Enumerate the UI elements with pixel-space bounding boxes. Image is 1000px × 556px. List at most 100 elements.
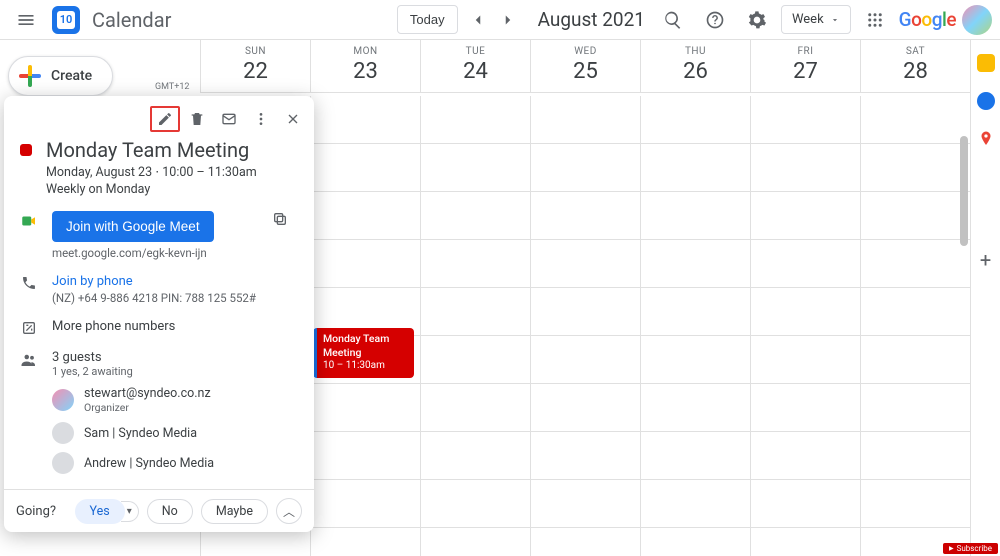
day-name: SUN — [201, 46, 310, 57]
day-header[interactable]: FRI 27 — [750, 40, 860, 92]
calendar-logo: 10 — [52, 6, 80, 34]
google-meet-icon — [20, 212, 38, 230]
day-number: 23 — [311, 59, 420, 84]
more-phone-numbers-link[interactable]: More phone numbers — [52, 319, 298, 334]
prev-week-button[interactable] — [464, 6, 492, 34]
day-name: THU — [641, 46, 750, 57]
day-number: 27 — [751, 59, 860, 84]
guest-role: Organizer — [84, 401, 211, 414]
delete-event-button[interactable] — [182, 104, 212, 134]
popup-toolbar — [4, 96, 314, 138]
more-phone-icon — [20, 320, 38, 336]
join-meet-button[interactable]: Join with Google Meet — [52, 211, 214, 242]
google-apps-icon[interactable] — [857, 2, 893, 38]
week-grid[interactable]: Monday Team Meeting 10 – 11:30am — [200, 96, 970, 556]
tasks-icon[interactable] — [977, 92, 995, 110]
rsvp-maybe-button[interactable]: Maybe — [201, 499, 268, 524]
phone-number-detail: (NZ) +64 9-886 4218 PIN: 788 125 552# — [52, 291, 298, 305]
guest-item[interactable]: Sam | Syndeo Media — [52, 422, 298, 444]
calendar-event[interactable]: Monday Team Meeting 10 – 11:30am — [313, 328, 414, 378]
view-picker-label: Week — [792, 12, 824, 27]
event-details-popup: Monday Team Meeting Monday, August 23 ⋅ … — [4, 96, 314, 532]
day-header[interactable]: THU 26 — [640, 40, 750, 92]
day-number: 24 — [421, 59, 530, 84]
view-picker[interactable]: Week — [781, 5, 851, 34]
calendar-logo-day: 10 — [57, 11, 75, 29]
next-week-button[interactable] — [494, 6, 522, 34]
day-number: 25 — [531, 59, 640, 84]
help-icon[interactable] — [697, 2, 733, 38]
day-column-sat[interactable] — [860, 96, 970, 556]
popup-event-title: Monday Team Meeting — [46, 138, 257, 162]
copy-meet-link-button[interactable] — [272, 211, 288, 227]
day-name: SAT — [861, 46, 970, 57]
plus-icon — [19, 65, 41, 87]
guests-icon — [20, 351, 38, 369]
event-color-dot — [20, 144, 32, 156]
day-column-fri[interactable] — [750, 96, 860, 556]
rsvp-collapse-button[interactable]: ︿ — [276, 498, 302, 524]
rsvp-bar: Going? Yes ▾ No Maybe ︿ — [4, 489, 314, 532]
account-avatar[interactable] — [962, 5, 992, 35]
day-number: 28 — [861, 59, 970, 84]
keep-icon[interactable] — [977, 54, 995, 72]
day-name: FRI — [751, 46, 860, 57]
day-header[interactable]: TUE 24 — [420, 40, 530, 92]
day-column-mon[interactable]: Monday Team Meeting 10 – 11:30am — [310, 96, 420, 556]
guest-list: stewart@syndeo.co.nzOrganizer Sam | Synde… — [52, 386, 298, 474]
rsvp-yes-dropdown[interactable]: ▾ — [121, 501, 139, 522]
side-addon-panel: + — [970, 40, 1000, 556]
meet-link-text: meet.google.com/egk-kevn-ijn — [52, 246, 298, 260]
day-column-thu[interactable] — [640, 96, 750, 556]
add-addon-icon[interactable]: + — [980, 248, 991, 272]
popup-event-datetime: Monday, August 23 ⋅ 10:00 – 11:30am — [46, 164, 257, 180]
more-options-button[interactable] — [246, 104, 276, 134]
event-title: Monday Team Meeting — [323, 332, 408, 359]
app-title: Calendar — [92, 8, 171, 32]
guest-name: Sam | Syndeo Media — [84, 426, 197, 441]
week-day-header: SUN 22MON 23TUE 24WED 25THU 26FRI 27SAT 28 — [200, 40, 970, 93]
day-header[interactable]: SAT 28 — [860, 40, 970, 92]
day-name: MON — [311, 46, 420, 57]
subscribe-chip[interactable]: Subscribe — [943, 543, 998, 554]
search-icon[interactable] — [655, 2, 691, 38]
day-column-tue[interactable] — [420, 96, 530, 556]
day-header[interactable]: WED 25 — [530, 40, 640, 92]
grid-scrollbar[interactable] — [956, 96, 970, 556]
guest-count: 3 guests — [52, 350, 298, 365]
close-popup-button[interactable] — [278, 104, 308, 134]
maps-icon[interactable] — [977, 130, 995, 148]
today-button[interactable]: Today — [397, 5, 458, 34]
guest-avatar — [52, 389, 74, 411]
guest-avatar — [52, 422, 74, 444]
google-wordmark: Google — [899, 8, 956, 31]
day-number: 26 — [641, 59, 750, 84]
guest-item[interactable]: stewart@syndeo.co.nzOrganizer — [52, 386, 298, 414]
timezone-label: GMT+12 — [155, 82, 189, 92]
day-header[interactable]: MON 23 — [310, 40, 420, 92]
day-header[interactable]: SUN 22 — [200, 40, 310, 92]
email-guests-button[interactable] — [214, 104, 244, 134]
create-button[interactable]: Create — [8, 56, 113, 96]
app-header: 10 Calendar Today August 2021 Week Googl… — [0, 0, 1000, 40]
day-name: WED — [531, 46, 640, 57]
popup-event-recurrence: Weekly on Monday — [46, 182, 257, 197]
edit-event-button[interactable] — [150, 106, 180, 132]
guest-name: Andrew | Syndeo Media — [84, 456, 214, 471]
day-column-wed[interactable] — [530, 96, 640, 556]
main-menu-icon[interactable] — [8, 2, 44, 38]
join-by-phone-link[interactable]: Join by phone — [52, 274, 298, 289]
guest-item[interactable]: Andrew | Syndeo Media — [52, 452, 298, 474]
phone-icon — [20, 275, 38, 291]
rsvp-yes-button[interactable]: Yes — [75, 499, 125, 524]
guest-avatar — [52, 452, 74, 474]
guest-status: 1 yes, 2 awaiting — [52, 365, 298, 378]
rsvp-no-button[interactable]: No — [147, 499, 193, 524]
create-button-label: Create — [51, 68, 92, 84]
day-number: 22 — [201, 59, 310, 84]
day-name: TUE — [421, 46, 530, 57]
guest-name: stewart@syndeo.co.nz — [84, 386, 211, 401]
going-label: Going? — [16, 504, 56, 519]
event-time: 10 – 11:30am — [323, 359, 408, 372]
settings-gear-icon[interactable] — [739, 2, 775, 38]
